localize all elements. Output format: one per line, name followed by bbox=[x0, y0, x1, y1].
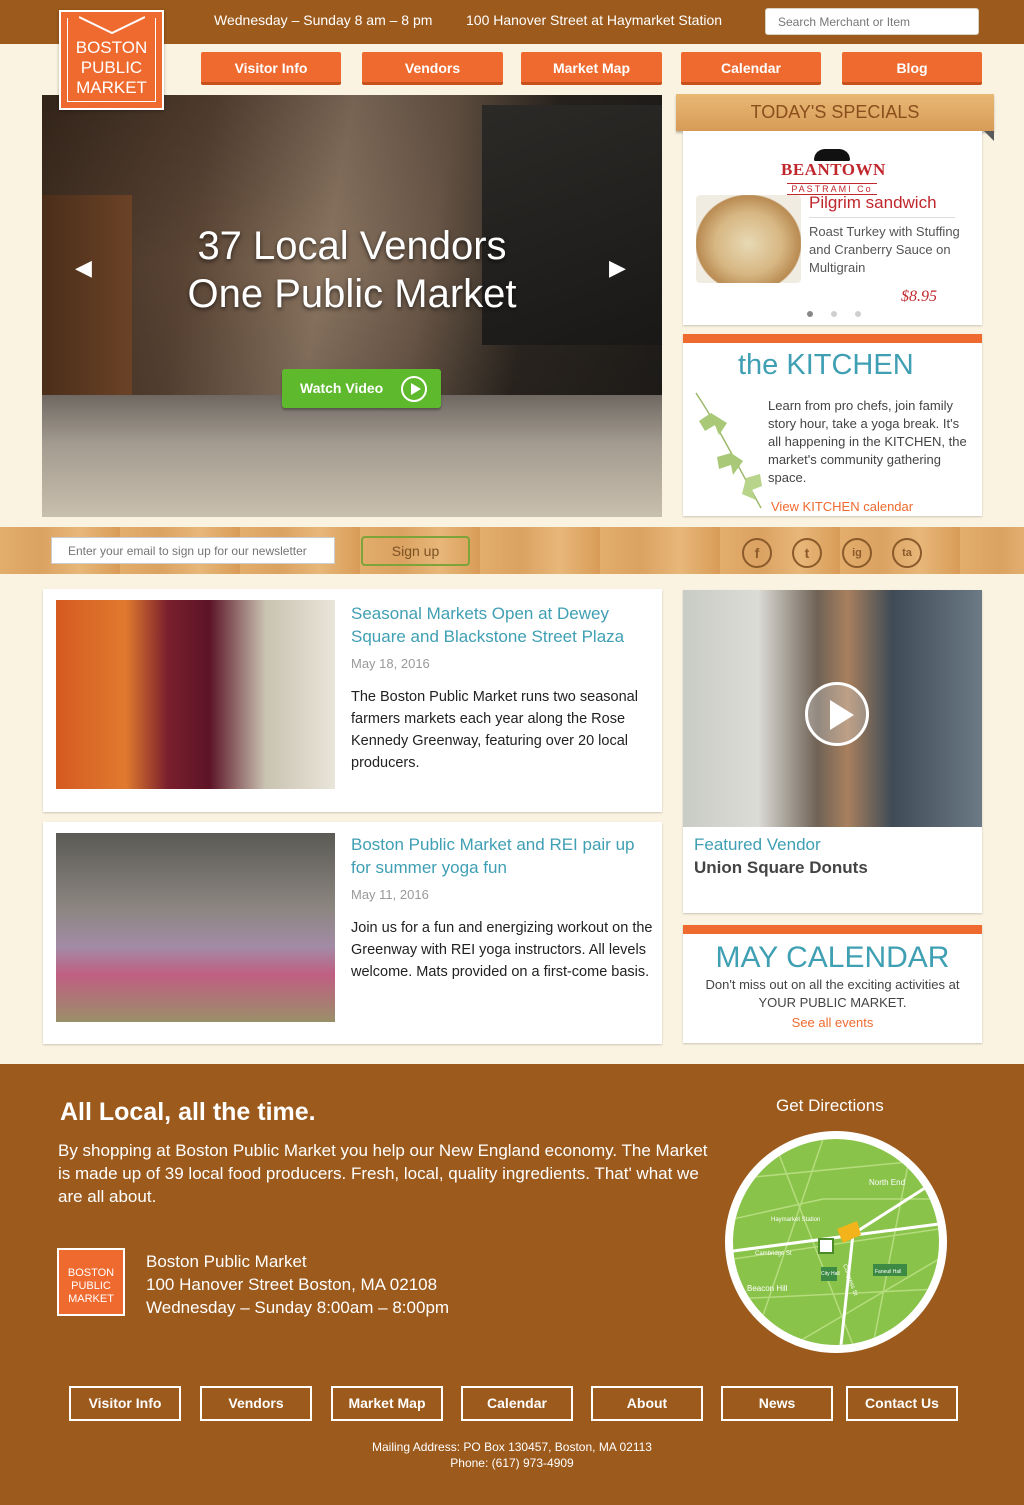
get-directions-link[interactable]: Get Directions bbox=[776, 1096, 884, 1116]
play-icon bbox=[401, 376, 427, 402]
map-label: North End bbox=[869, 1178, 905, 1187]
nav-blog[interactable]: Blog bbox=[842, 52, 982, 85]
map-label: Cambridge St bbox=[755, 1251, 792, 1257]
footer-nav-news[interactable]: News bbox=[721, 1386, 833, 1421]
play-icon[interactable] bbox=[805, 682, 869, 746]
special-image[interactable] bbox=[696, 195, 801, 283]
logo-line-1: BOSTON bbox=[75, 38, 148, 57]
article-title[interactable]: Seasonal Markets Open at Dewey Square an… bbox=[351, 602, 656, 648]
pager-dot-1[interactable] bbox=[807, 311, 813, 317]
nav-vendors[interactable]: Vendors bbox=[362, 52, 503, 85]
vendor-logo[interactable]: BEANTOWN PASTRAMI Co bbox=[781, 149, 886, 197]
article-image[interactable] bbox=[56, 833, 335, 1022]
footer-contact: Mailing Address: PO Box 130457, Boston, … bbox=[0, 1439, 1024, 1471]
facebook-icon[interactable]: f bbox=[742, 538, 772, 568]
special-title[interactable]: Pilgrim sandwich bbox=[809, 193, 955, 218]
article-date: May 11, 2016 bbox=[351, 887, 429, 902]
slider-next-icon[interactable]: ▶ bbox=[609, 255, 626, 281]
instagram-icon[interactable]: ig bbox=[842, 538, 872, 568]
kitchen-title: the KITCHEN bbox=[738, 349, 914, 381]
pager-dot-3[interactable] bbox=[855, 311, 861, 317]
article-excerpt: The Boston Public Market runs two season… bbox=[351, 689, 638, 771]
hero-headline-2: One Public Market bbox=[187, 272, 517, 316]
nav-visitor-info[interactable]: Visitor Info bbox=[201, 52, 341, 85]
footer-nav-calendar[interactable]: Calendar bbox=[461, 1386, 573, 1421]
map-label: Beacon Hill bbox=[747, 1284, 788, 1293]
market-address: 100 Hanover Street at Haymarket Station bbox=[466, 12, 723, 28]
footer-nav-contact-us[interactable]: Contact Us bbox=[846, 1386, 958, 1421]
featured-vendor-name[interactable]: Union Square Donuts bbox=[694, 858, 868, 878]
special-price: $8.95 bbox=[901, 288, 937, 305]
newsletter-email-input[interactable] bbox=[51, 537, 335, 564]
search-input[interactable] bbox=[765, 8, 979, 35]
leaf-icon bbox=[695, 392, 762, 509]
article-title[interactable]: Boston Public Market and REI pair up for… bbox=[351, 833, 656, 879]
footer-intro: By shopping at Boston Public Market you … bbox=[58, 1141, 708, 1206]
specials-pagination bbox=[807, 304, 879, 322]
calendar-description: Don't miss out on all the exciting activ… bbox=[705, 977, 960, 1010]
hero-headline-1: 37 Local Vendors bbox=[197, 224, 507, 268]
calendar-title: MAY CALENDAR bbox=[715, 941, 950, 974]
footer-hours: Wednesday – Sunday 8:00am – 8:00pm bbox=[146, 1298, 450, 1317]
watch-video-button[interactable]: Watch Video bbox=[282, 369, 441, 408]
footer-headline: All Local, all the time. bbox=[60, 1098, 316, 1126]
todays-specials-banner: TODAY'S SPECIALS bbox=[676, 94, 994, 141]
logo-line-3: MARKET bbox=[76, 78, 147, 97]
map-label: City Hall bbox=[821, 1271, 840, 1277]
newsletter-strip: Sign up f t ig ta bbox=[0, 527, 1024, 574]
footer-logo-line-1: BOSTON bbox=[67, 1267, 115, 1279]
watch-video-label: Watch Video bbox=[300, 380, 384, 396]
article-card: Boston Public Market and REI pair up for… bbox=[43, 822, 662, 1044]
footer-nav-about[interactable]: About bbox=[591, 1386, 703, 1421]
nav-market-map[interactable]: Market Map bbox=[521, 52, 662, 85]
nav-calendar[interactable]: Calendar bbox=[681, 52, 821, 85]
footer-logo: BOSTON PUBLIC MARKET bbox=[57, 1248, 125, 1316]
market-hours: Wednesday – Sunday 8 am – 8 pm bbox=[214, 12, 433, 28]
pager-dot-2[interactable] bbox=[831, 311, 837, 317]
footer-nav-visitor-info[interactable]: Visitor Info bbox=[69, 1386, 181, 1421]
footer-logo-line-3: MARKET bbox=[68, 1293, 114, 1305]
footer-nav-vendors[interactable]: Vendors bbox=[200, 1386, 312, 1421]
see-all-events-link[interactable]: See all events bbox=[683, 1015, 982, 1030]
featured-vendor-card: Featured Vendor Union Square Donuts bbox=[683, 590, 982, 913]
kitchen-calendar-link[interactable]: View KITCHEN calendar bbox=[771, 499, 913, 514]
specials-banner-label: TODAY'S SPECIALS bbox=[750, 102, 920, 122]
footer: All Local, all the time. By shopping at … bbox=[0, 1064, 1024, 1505]
kitchen-description: Learn from pro chefs, join family story … bbox=[768, 398, 967, 485]
article-excerpt: Join us for a fun and energizing workout… bbox=[351, 920, 653, 980]
kitchen-card: the KITCHEN Learn from pro chefs, join f… bbox=[683, 334, 982, 516]
footer-address-block: Boston Public Market 100 Hanover Street … bbox=[146, 1250, 449, 1319]
featured-vendor-label: Featured Vendor bbox=[694, 835, 821, 854]
tripadvisor-icon[interactable]: ta bbox=[892, 538, 922, 568]
footer-market-name: Boston Public Market bbox=[146, 1252, 307, 1271]
article-image[interactable] bbox=[56, 600, 335, 789]
footer-address: 100 Hanover Street Boston, MA 02108 bbox=[146, 1275, 438, 1294]
twitter-icon[interactable]: t bbox=[792, 538, 822, 568]
hero-slider: 37 Local Vendors One Public Market ◀ ▶ W… bbox=[42, 95, 662, 517]
newsletter-signup-button[interactable]: Sign up bbox=[361, 536, 470, 566]
specials-card: BEANTOWN PASTRAMI Co Pilgrim sandwich Ro… bbox=[683, 131, 982, 325]
map-label: Haymarket Station bbox=[771, 1217, 820, 1223]
footer-nav-market-map[interactable]: Market Map bbox=[331, 1386, 443, 1421]
article-date: May 18, 2016 bbox=[351, 656, 430, 671]
special-description: Roast Turkey with Stuffing and Cranberry… bbox=[809, 224, 960, 275]
vendor-logo-name: BEANTOWN bbox=[781, 160, 886, 179]
slider-prev-icon[interactable]: ◀ bbox=[75, 255, 92, 281]
phone-number: Phone: (617) 973-4909 bbox=[450, 1456, 574, 1470]
directions-map[interactable]: North End Haymarket Station Cambridge St… bbox=[725, 1131, 947, 1353]
mailing-address: Mailing Address: PO Box 130457, Boston, … bbox=[372, 1440, 652, 1454]
calendar-card: MAY CALENDAR Don't miss out on all the e… bbox=[683, 925, 982, 1043]
footer-logo-line-2: PUBLIC bbox=[71, 1280, 111, 1292]
map-label: Faneuil Hall bbox=[875, 1269, 901, 1275]
logo-line-2: PUBLIC bbox=[80, 58, 143, 77]
site-logo[interactable]: BOSTON PUBLIC MARKET bbox=[59, 10, 164, 110]
article-card: Seasonal Markets Open at Dewey Square an… bbox=[43, 589, 662, 812]
